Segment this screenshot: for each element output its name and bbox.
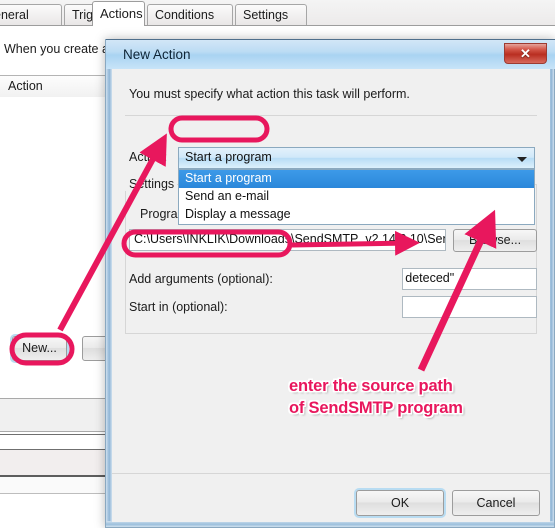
action-combobox-dropdown[interactable]: Start a program Send an e-mail Display a… bbox=[178, 169, 535, 225]
dialog-separator-top bbox=[125, 115, 537, 116]
program-input-value: C:\Users\INKLIK\Downloads\SendSMTP_v2.14… bbox=[134, 232, 446, 246]
tab-actions[interactable]: Actions bbox=[92, 1, 145, 26]
dropdown-option-display-a-message[interactable]: Display a message bbox=[179, 206, 534, 224]
program-input[interactable]: C:\Users\INKLIK\Downloads\SendSMTP_v2.14… bbox=[129, 229, 446, 251]
chevron-down-icon bbox=[517, 157, 527, 162]
tab-conditions-label: Conditions bbox=[155, 8, 215, 22]
screenshot-root: eneral Triggers Actions Conditions Setti… bbox=[0, 0, 555, 528]
tab-actions-label: Actions bbox=[100, 6, 143, 21]
dialog-title: New Action bbox=[123, 47, 191, 62]
action-combobox-value: Start a program bbox=[185, 150, 272, 164]
tab-general-label: eneral bbox=[0, 8, 29, 22]
tab-conditions[interactable]: Conditions bbox=[147, 4, 233, 25]
column-header-action: Action bbox=[8, 79, 43, 93]
new-action-button-label: New... bbox=[22, 341, 57, 355]
tab-strip: eneral Triggers Actions Conditions Setti… bbox=[0, 0, 555, 26]
arguments-label: Add arguments (optional): bbox=[129, 272, 273, 286]
close-button[interactable]: ✕ bbox=[504, 43, 547, 64]
arguments-input[interactable]: at a sever login deteced" bbox=[402, 268, 537, 290]
tab-settings-label: Settings bbox=[243, 8, 289, 22]
close-icon: ✕ bbox=[520, 46, 531, 61]
dropdown-option-send-an-email[interactable]: Send an e-mail bbox=[179, 188, 534, 206]
tab-settings[interactable]: Settings bbox=[235, 4, 307, 25]
action-label: Action: bbox=[129, 150, 168, 164]
dialog-separator-bottom bbox=[112, 473, 550, 474]
program-label: Progra bbox=[140, 207, 178, 221]
new-action-button[interactable]: New... bbox=[12, 336, 67, 361]
start-in-label: Start in (optional): bbox=[129, 300, 228, 314]
cancel-button[interactable]: Cancel bbox=[452, 490, 540, 516]
new-action-dialog: New Action ✕ You must specify what actio… bbox=[105, 39, 555, 528]
ok-button-label: OK bbox=[390, 496, 410, 510]
tab-general[interactable]: eneral bbox=[0, 4, 62, 25]
browse-button[interactable]: Browse... bbox=[453, 229, 537, 252]
browse-button-label: Browse... bbox=[468, 233, 522, 247]
start-in-input[interactable] bbox=[402, 296, 537, 318]
action-combobox[interactable]: Start a program bbox=[178, 147, 535, 169]
actions-description: When you create a t bbox=[4, 42, 116, 56]
cancel-button-label: Cancel bbox=[476, 496, 516, 510]
dialog-title-bar[interactable]: New Action ✕ bbox=[106, 39, 555, 69]
ok-button[interactable]: OK bbox=[356, 490, 444, 516]
dropdown-option-start-a-program[interactable]: Start a program bbox=[179, 170, 534, 188]
dialog-body: You must specify what action this task w… bbox=[112, 69, 550, 522]
settings-group-label: Settings bbox=[129, 177, 175, 191]
arguments-input-value: at a sever login deteced" bbox=[403, 271, 455, 285]
dialog-instruction: You must specify what action this task w… bbox=[129, 87, 410, 101]
